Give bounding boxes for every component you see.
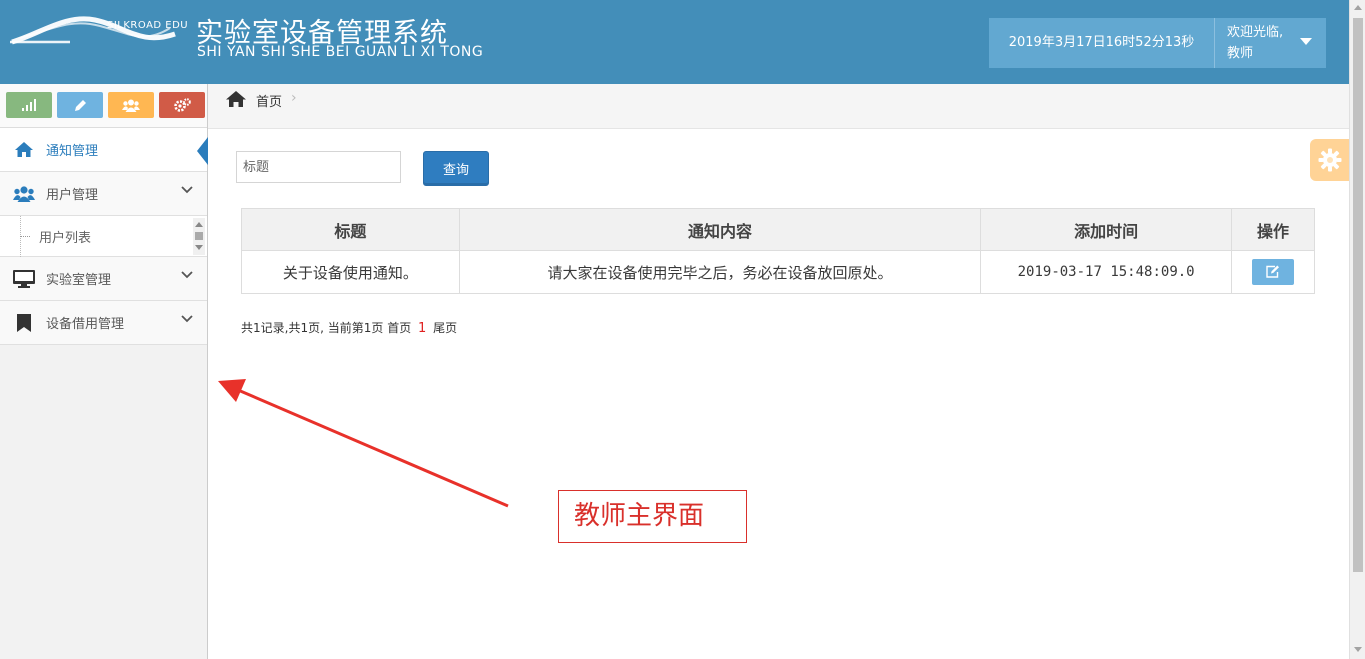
shortcut-users-button[interactable] [108, 92, 154, 118]
table-header-row: 标题 通知内容 添加时间 操作 [241, 208, 1315, 251]
shortcut-buttons [0, 84, 207, 128]
scrollbar-thumb[interactable] [1353, 18, 1363, 572]
signal-icon [22, 99, 36, 111]
column-header-time: 添加时间 [980, 208, 1233, 251]
shortcut-pencil-button[interactable] [57, 92, 103, 118]
notice-table: 标题 通知内容 添加时间 操作 关于设备使用通知。 请大家在设备使用完毕之后，务… [241, 208, 1315, 294]
user-role: 教师 [1227, 46, 1254, 61]
app-subtitle: SHI YAN SHI SHE BEI GUAN LI XI TONG [197, 44, 484, 60]
sidebar-item-labs[interactable]: 实验室管理 [0, 257, 207, 301]
active-indicator [197, 137, 208, 165]
user-menu[interactable]: 欢迎光临, 教师 [1215, 18, 1326, 68]
breadcrumb-home-link[interactable]: 首页 [256, 91, 282, 110]
sidebar-subitem-label: 用户列表 [39, 231, 92, 246]
sidebar-item-label: 通知管理 [46, 144, 99, 159]
sidebar-subitem-user-list[interactable]: 用户列表 [0, 216, 190, 257]
chevron-down-icon [181, 271, 193, 279]
pencil-icon [74, 99, 86, 111]
scroll-up-icon[interactable] [195, 222, 203, 227]
column-header-content: 通知内容 [458, 208, 982, 251]
breadcrumb: 首页 › [208, 84, 1349, 129]
annotation-label: 教师主界面 [558, 490, 747, 543]
tree-dash [20, 236, 30, 237]
scroll-down-icon[interactable] [1354, 647, 1362, 652]
annotation-arrow-icon [218, 379, 509, 508]
settings-button[interactable] [1310, 139, 1349, 181]
breadcrumb-separator-icon: › [291, 90, 297, 106]
users-icon [12, 184, 36, 204]
current-page-number[interactable]: 1 [418, 321, 426, 336]
scroll-down-icon[interactable] [195, 245, 203, 250]
column-header-actions: 操作 [1231, 208, 1315, 251]
sidebar-item-label: 实验室管理 [46, 273, 112, 288]
cell-title: 关于设备使用通知。 [241, 250, 460, 294]
home-icon [12, 140, 36, 160]
sidebar-item-notices[interactable]: 通知管理 [0, 128, 208, 172]
current-datetime: 2019年3月17日16时52分13秒 [989, 18, 1215, 68]
users-icon [122, 99, 140, 112]
pagination: 共1记录,共1页, 当前第1页 首页 1 尾页 [241, 319, 457, 336]
header-bar: SILKROAD EDU 实验室设备管理系统 SHI YAN SHI SHE B… [0, 0, 1349, 84]
shortcut-signal-button[interactable] [6, 92, 52, 118]
logo-text: SILKROAD EDU [107, 20, 189, 31]
scrollbar-thumb[interactable] [195, 232, 203, 240]
cell-actions [1231, 250, 1315, 294]
scroll-up-icon[interactable] [1354, 5, 1362, 10]
sidebar-item-users[interactable]: 用户管理 [0, 172, 207, 216]
cell-content: 请大家在设备使用完毕之后，务必在设备放回原处。 [458, 250, 982, 294]
gear-icon [1318, 148, 1341, 172]
desktop-icon [12, 269, 36, 289]
table-row: 关于设备使用通知。 请大家在设备使用完毕之后，务必在设备放回原处。 2019-0… [241, 250, 1315, 294]
cell-time: 2019-03-17 15:48:09.0 [980, 250, 1233, 294]
edit-icon [1266, 265, 1279, 278]
shortcut-cogs-button[interactable] [159, 92, 205, 118]
chevron-down-icon [181, 315, 193, 323]
header-info-panel: 2019年3月17日16时52分13秒 欢迎光临, 教师 [989, 18, 1326, 68]
sidebar: 通知管理 用户管理 用户列表 实验室管理 设备借用管理 [0, 84, 208, 659]
sidebar-item-label: 用户管理 [46, 188, 99, 203]
home-icon[interactable] [226, 90, 246, 108]
title-search-input[interactable] [236, 151, 401, 183]
caret-down-icon [1300, 38, 1312, 45]
sidebar-item-equipment-borrow[interactable]: 设备借用管理 [0, 301, 207, 345]
cogs-icon [173, 98, 191, 112]
last-page-link[interactable]: 尾页 [433, 321, 457, 335]
column-header-title: 标题 [241, 208, 460, 251]
bookmark-icon [12, 313, 36, 333]
users-submenu: 用户列表 [0, 216, 207, 257]
submenu-scrollbar[interactable] [193, 218, 205, 255]
first-page-link[interactable]: 首页 [387, 321, 411, 335]
sidebar-item-label: 设备借用管理 [46, 317, 125, 332]
chevron-down-icon [181, 186, 193, 194]
search-button[interactable]: 查询 [423, 151, 489, 186]
pagination-summary: 共1记录,共1页, 当前第1页 [241, 321, 384, 335]
page-scrollbar[interactable] [1349, 0, 1365, 659]
edit-button[interactable] [1252, 259, 1294, 285]
